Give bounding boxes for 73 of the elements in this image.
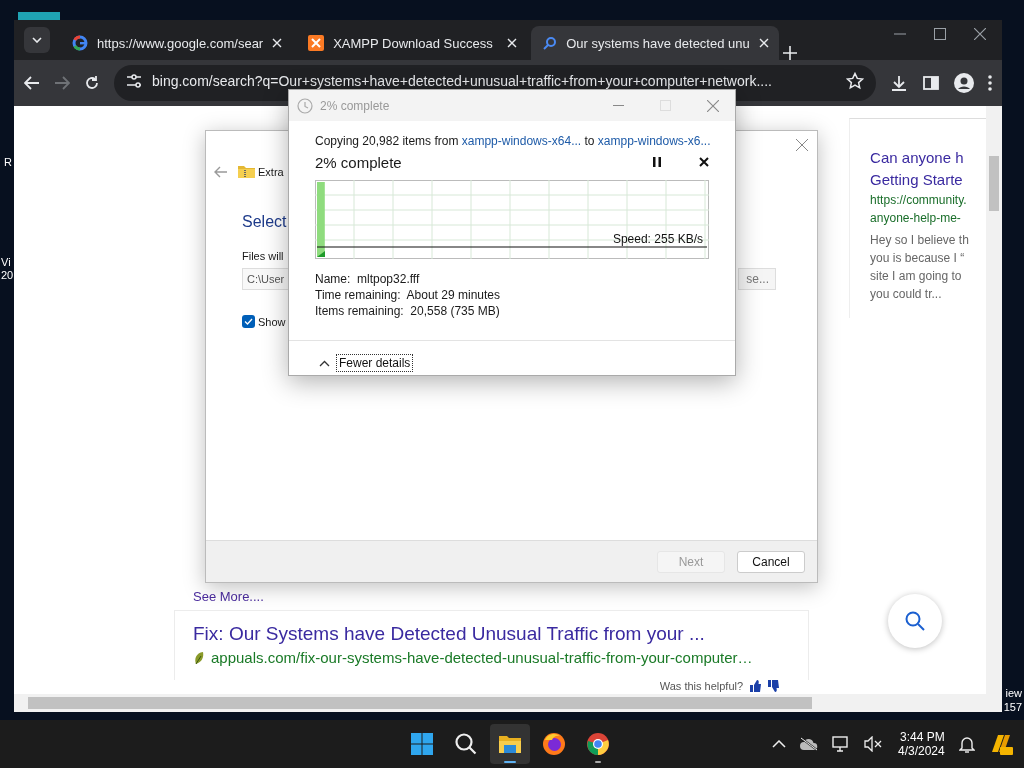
fewer-details-button[interactable]: Fewer details — [336, 354, 414, 372]
pause-icon[interactable] — [653, 157, 661, 167]
search-icon — [905, 611, 925, 631]
detail-line: Time remaining: About 29 minutes — [315, 287, 501, 303]
result-title-link[interactable]: Can anyone h Getting Starte — [870, 147, 987, 191]
horizontal-scrollbar[interactable] — [14, 694, 1002, 712]
download-icon[interactable] — [890, 74, 908, 92]
chrome-icon — [586, 732, 610, 756]
result-snippet: Hey so I believe th you is because I “ site I am going to you could tr... — [870, 232, 970, 303]
checkbox-label: Show — [258, 315, 286, 328]
profile-icon[interactable] — [954, 73, 974, 93]
browser-tab[interactable]: https://www.google.com/sear — [60, 26, 293, 60]
desktop-label: iew — [1005, 686, 1022, 700]
chevron-down-icon — [32, 37, 42, 43]
search-icon — [454, 732, 478, 756]
forward-arrow-icon[interactable] — [54, 76, 70, 90]
taskbar-app-button[interactable] — [490, 724, 530, 764]
new-tab-icon[interactable] — [782, 46, 797, 60]
feedback-question: Was this helpful? — [659, 680, 744, 692]
thumbs-up-icon[interactable] — [749, 680, 762, 692]
speed-reading: Speed: 255 KB/s — [612, 232, 703, 246]
zip-folder-icon — [238, 165, 255, 178]
speaker-muted-icon[interactable] — [864, 736, 882, 752]
maximize-icon[interactable] — [934, 28, 946, 40]
detail-line: Items remaining: 20,558 (735 MB) — [315, 303, 501, 319]
star-icon[interactable] — [846, 71, 864, 90]
browser-tab[interactable]: Our systems have detected unu — [531, 26, 779, 60]
vertical-scrollbar[interactable] — [986, 106, 1002, 694]
search-button[interactable] — [888, 594, 942, 648]
desktop-label: Vi — [1, 256, 12, 269]
path-field[interactable]: C:\User — [242, 268, 288, 290]
network-icon[interactable] — [832, 736, 850, 752]
windows-logo-icon — [410, 732, 434, 756]
clock-icon — [297, 97, 313, 114]
cancel-icon[interactable] — [699, 157, 709, 167]
thumbs-down-icon[interactable] — [767, 680, 780, 692]
browse-button[interactable]: se... — [738, 268, 776, 290]
browser-tab[interactable]: XAMPP Download Success — [296, 26, 528, 60]
dialog-title: Extra — [258, 165, 284, 178]
cloud-off-icon[interactable] — [800, 737, 818, 751]
window-title: 2% complete — [320, 98, 390, 113]
field-label: Files will — [242, 250, 284, 262]
site-settings-icon[interactable] — [126, 73, 142, 88]
copy-status-text: Copying 20,982 items from xampp-windows-x64... to xampp-windows-x6... — [315, 134, 709, 148]
close-icon[interactable] — [974, 28, 986, 40]
tab-search-button[interactable] — [24, 27, 50, 53]
desktop-label: 20 — [1, 269, 14, 282]
detail-line: Name: mltpop32.fff — [315, 271, 421, 287]
desktop-label: 157 — [1003, 700, 1022, 714]
taskbar-clock[interactable]: 3:44 PM 4/3/2024 — [898, 730, 945, 758]
desktop-label: R — [4, 156, 12, 169]
window-edge — [18, 12, 60, 20]
search-icon — [543, 36, 558, 50]
side-panel-icon[interactable] — [922, 74, 940, 92]
cancel-button[interactable]: Cancel — [737, 550, 805, 573]
dialog-heading: Select — [242, 213, 287, 231]
reload-icon[interactable] — [84, 75, 100, 91]
result-url: appuals.com/fix-our-systems-have-detected-unusual-traffic-from-your-computer… — [211, 649, 753, 666]
result-url: https://community. anyone-help-me- — [870, 192, 968, 227]
source-link[interactable]: xampp-windows-x64... — [461, 134, 582, 148]
leaf-icon — [193, 650, 205, 665]
firefox-icon — [542, 732, 566, 756]
xampp-icon — [308, 35, 325, 51]
google-icon — [72, 35, 88, 51]
more-menu-icon[interactable] — [988, 75, 992, 91]
bell-icon[interactable] — [958, 735, 975, 753]
result-title-link[interactable]: Fix: Our Systems have Detected Unusual Traffic from your ... — [193, 623, 791, 645]
progress-heading: 2% complete — [315, 153, 403, 171]
checkbox[interactable] — [242, 315, 255, 328]
see-more-link[interactable]: See More.... — [193, 589, 264, 604]
folder-icon — [498, 733, 522, 755]
chevron-up-icon[interactable] — [319, 359, 330, 367]
destination-link[interactable]: xampp-windows-x6... — [597, 134, 711, 148]
